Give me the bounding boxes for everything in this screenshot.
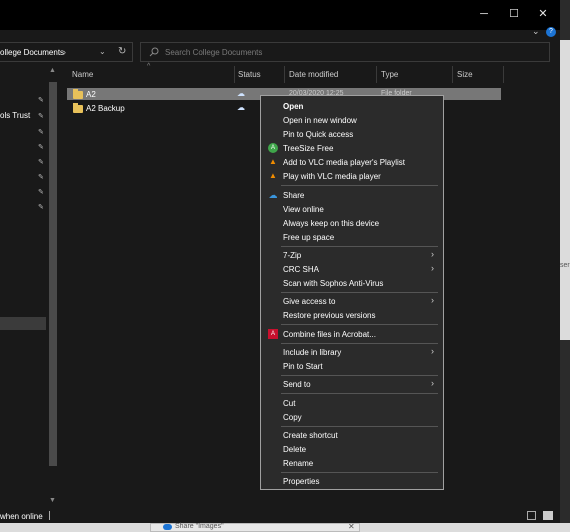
folder-icon xyxy=(73,103,83,113)
menu-separator xyxy=(281,375,438,376)
column-header-size[interactable]: Size xyxy=(457,70,473,79)
minimize-button[interactable]: ─ xyxy=(474,6,494,22)
menu-item-create-shortcut[interactable]: Create shortcut xyxy=(283,431,338,440)
menu-item-include-library[interactable]: Include in library xyxy=(283,348,341,357)
scroll-down-icon[interactable]: ▼ xyxy=(49,497,56,504)
menu-separator xyxy=(281,185,438,186)
menu-item-treesize[interactable]: TreeSize Free xyxy=(283,144,333,153)
close-icon[interactable]: ✕ xyxy=(348,522,355,531)
menu-item-pin-quick-access[interactable]: Pin to Quick access xyxy=(283,130,353,139)
menu-item-vlc-playlist[interactable]: Add to VLC media player's Playlist xyxy=(283,158,405,167)
menu-item-open-new-window[interactable]: Open in new window xyxy=(283,116,357,125)
folder-icon xyxy=(73,89,83,99)
search-icon xyxy=(149,47,159,59)
maximize-button[interactable]: ☐ xyxy=(504,6,524,22)
menu-item-sophos[interactable]: Scan with Sophos Anti-Virus xyxy=(283,279,383,288)
address-path[interactable]: ollege Documents xyxy=(0,48,64,57)
pin-icon: ✎ xyxy=(38,159,44,166)
menu-item-give-access[interactable]: Give access to xyxy=(283,297,335,306)
column-divider[interactable] xyxy=(234,66,235,83)
submenu-arrow-icon: › xyxy=(431,378,434,388)
nav-item-selected[interactable] xyxy=(0,317,46,330)
pin-icon: ✎ xyxy=(38,129,44,136)
menu-separator xyxy=(281,472,438,473)
status-text: when online xyxy=(0,512,43,521)
vlc-icon: ▲ xyxy=(269,157,277,166)
help-icon[interactable]: ? xyxy=(546,27,556,37)
context-menu: Open Open in new window Pin to Quick acc… xyxy=(260,95,444,490)
sort-arrow-icon: ^ xyxy=(147,63,151,70)
status-divider xyxy=(49,511,50,520)
pin-icon: ✎ xyxy=(38,174,44,181)
pin-icon: ✎ xyxy=(38,144,44,151)
menu-item-vlc-play[interactable]: Play with VLC media player xyxy=(283,172,381,181)
cloud-status-icon: ☁ xyxy=(237,89,245,98)
menu-item-combine-acrobat[interactable]: Combine files in Acrobat... xyxy=(283,330,376,339)
pin-icon: ✎ xyxy=(38,97,44,104)
submenu-arrow-icon: › xyxy=(431,295,434,305)
menu-item-send-to[interactable]: Send to xyxy=(283,380,311,389)
background-window-panel xyxy=(560,40,570,340)
menu-item-properties[interactable]: Properties xyxy=(283,477,319,486)
menu-item-restore-versions[interactable]: Restore previous versions xyxy=(283,311,375,320)
onedrive-icon xyxy=(163,524,172,530)
menu-item-rename[interactable]: Rename xyxy=(283,459,313,468)
menu-item-delete[interactable]: Delete xyxy=(283,445,306,454)
column-header-name[interactable]: Name xyxy=(72,70,93,79)
nav-item-trust[interactable]: ols Trust xyxy=(0,111,30,120)
menu-item-copy[interactable]: Copy xyxy=(283,413,302,422)
address-dropdown-icon[interactable]: ⌄ xyxy=(99,47,106,56)
status-bar xyxy=(0,508,560,523)
menu-separator xyxy=(281,292,438,293)
submenu-arrow-icon: › xyxy=(431,263,434,273)
menu-item-free-up-space[interactable]: Free up space xyxy=(283,233,334,242)
expand-ribbon-icon[interactable]: ⌄ xyxy=(532,26,540,37)
pin-icon: ✎ xyxy=(38,189,44,196)
column-divider[interactable] xyxy=(452,66,453,83)
column-header-type[interactable]: Type xyxy=(381,70,398,79)
menu-separator xyxy=(281,426,438,427)
column-header-date[interactable]: Date modified xyxy=(289,70,338,79)
nav-scrollbar-thumb[interactable] xyxy=(49,82,57,466)
menu-separator xyxy=(281,246,438,247)
pin-icon: ✎ xyxy=(38,204,44,211)
menu-item-crc-sha[interactable]: CRC SHA xyxy=(283,265,319,274)
acrobat-icon: A xyxy=(268,329,278,339)
submenu-arrow-icon: › xyxy=(431,346,434,356)
vlc-icon: ▲ xyxy=(269,171,277,180)
onedrive-icon: ☁ xyxy=(268,190,278,200)
menu-separator xyxy=(281,324,438,325)
column-divider[interactable] xyxy=(503,66,504,83)
file-name[interactable]: A2 Backup xyxy=(86,104,125,113)
column-divider[interactable] xyxy=(376,66,377,83)
menu-separator xyxy=(281,343,438,344)
menu-item-pin-start[interactable]: Pin to Start xyxy=(283,362,323,371)
file-name[interactable]: A2 xyxy=(86,90,96,99)
submenu-arrow-icon: › xyxy=(431,249,434,259)
menu-item-view-online[interactable]: View online xyxy=(283,205,324,214)
search-placeholder: Search College Documents xyxy=(165,48,263,57)
column-header-status[interactable]: Status xyxy=(238,70,261,79)
taskbar-window-title: Share "Images" xyxy=(175,523,224,530)
large-icons-view-icon[interactable] xyxy=(543,511,553,520)
menu-separator xyxy=(281,393,438,394)
treesize-icon: A xyxy=(268,143,278,153)
scroll-up-icon[interactable]: ▲ xyxy=(49,67,56,74)
breadcrumb-chevron-icon[interactable]: › xyxy=(63,47,66,57)
pin-icon: ✎ xyxy=(38,113,44,120)
cloud-status-icon: ☁ xyxy=(237,103,245,112)
column-divider[interactable] xyxy=(284,66,285,83)
refresh-icon[interactable]: ↻ xyxy=(118,46,126,57)
menu-item-7zip[interactable]: 7-Zip xyxy=(283,251,301,260)
details-view-icon[interactable] xyxy=(527,511,536,520)
menu-item-always-keep[interactable]: Always keep on this device xyxy=(283,219,379,228)
menu-item-open[interactable]: Open xyxy=(283,102,303,111)
menu-item-share[interactable]: Share xyxy=(283,191,304,200)
close-button[interactable]: ✕ xyxy=(533,6,553,22)
background-window-text: ser xyxy=(560,262,570,269)
ribbon-strip xyxy=(0,30,560,42)
menu-item-cut[interactable]: Cut xyxy=(283,399,295,408)
